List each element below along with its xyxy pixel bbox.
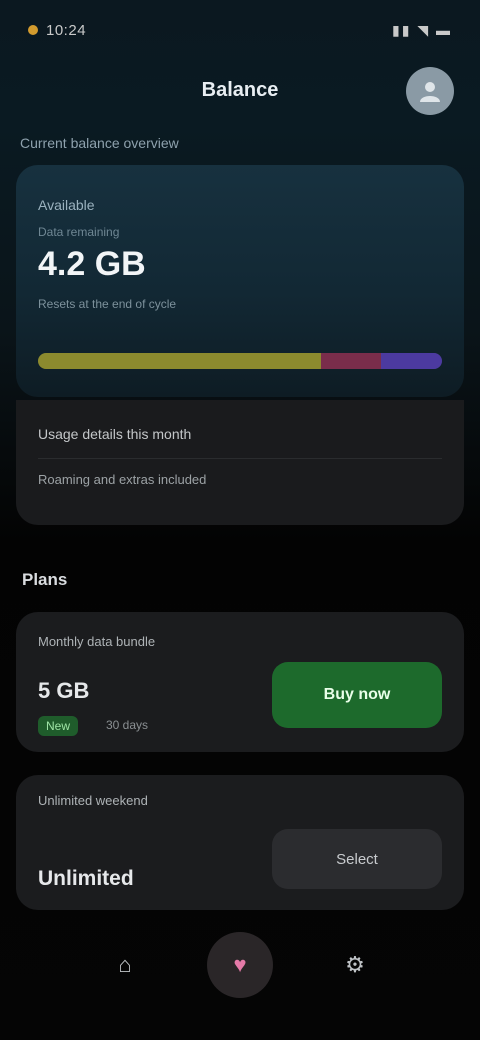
plan-name: Monthly data bundle: [38, 634, 156, 649]
balance-note: Resets at the end of cycle: [38, 297, 177, 311]
plans-heading: Plans: [22, 570, 68, 589]
settings-icon[interactable]: ⚙: [330, 940, 380, 990]
home-icon[interactable]: ⌂: [100, 940, 150, 990]
balance-card[interactable]: Available Data remaining 4.2 GB Resets a…: [16, 165, 464, 397]
balance-card-label: Available: [38, 197, 95, 213]
status-bar: 10:24 ▮▮ ◥ ▬: [0, 0, 480, 60]
plan-badge: New: [38, 716, 79, 736]
app-screen: 10:24 ▮▮ ◥ ▬ Balance Current balance ove…: [0, 0, 480, 1040]
usage-info-row: Roaming and extras included: [38, 472, 207, 487]
plan-price: Unlimited: [38, 867, 134, 890]
usage-progress-bar: [38, 353, 442, 369]
heart-icon[interactable]: ♥: [207, 932, 273, 998]
status-left: 10:24: [28, 22, 86, 39]
divider: [38, 458, 442, 459]
signal-battery-icons: ▮▮ ◥ ▬: [392, 21, 452, 38]
status-right: ▮▮ ◥ ▬: [392, 22, 452, 39]
usage-info-card[interactable]: Usage details this month Roaming and ext…: [16, 400, 464, 525]
usage-segment-reserved: [320, 353, 382, 369]
buy-plan-button[interactable]: Buy now: [272, 662, 442, 728]
plan-card[interactable]: Monthly data bundle 5 GB New 30 days Buy…: [16, 612, 464, 752]
bottom-nav: ⌂ ♥ ⚙: [100, 932, 380, 998]
top-bar: Balance: [0, 60, 480, 120]
usage-segment-used: [38, 353, 321, 369]
plan-price: 5 GB: [38, 678, 90, 703]
page-title: Balance: [201, 78, 279, 101]
profile-button[interactable]: [406, 67, 454, 115]
select-plan-button[interactable]: Select: [272, 829, 442, 889]
plan-period: 30 days: [106, 718, 149, 732]
person-icon: [420, 82, 440, 102]
balance-amount: 4.2 GB: [38, 245, 146, 283]
notification-dot-icon: [28, 25, 38, 35]
balance-card-subtitle: Data remaining: [38, 225, 120, 239]
plan-card[interactable]: Unlimited weekend Unlimited Select: [16, 775, 464, 910]
usage-segment-extra: [381, 353, 442, 369]
usage-info-row: Usage details this month: [38, 426, 192, 442]
status-time: 10:24: [46, 21, 87, 39]
plan-name: Unlimited weekend: [38, 793, 148, 808]
balance-section-label: Current balance overview: [20, 135, 179, 151]
